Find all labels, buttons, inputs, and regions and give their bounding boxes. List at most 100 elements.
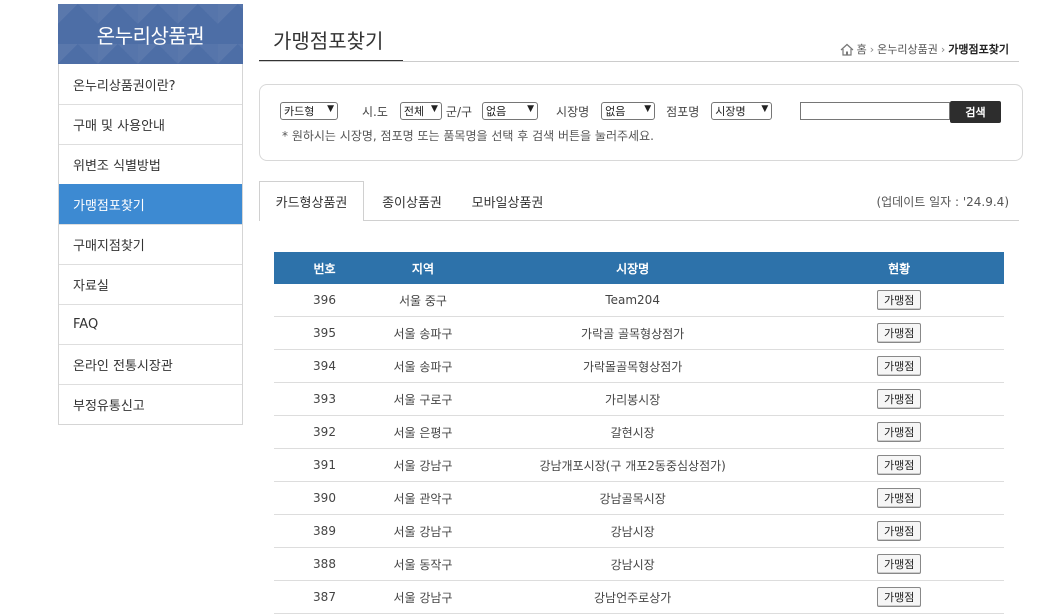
- tab-paper[interactable]: 종이상품권: [364, 181, 460, 221]
- col-header-market: 시장명: [470, 252, 795, 284]
- cell-market: 강남시장: [470, 547, 795, 581]
- table-header-row: 번호 지역 시장명 현황: [274, 252, 1004, 284]
- sido-select-value: 전체: [403, 105, 425, 118]
- cell-region: 서울 강남구: [375, 448, 471, 482]
- page-title: 가맹점포찾기: [259, 22, 403, 62]
- sidebar: 온누리상품권 온누리상품권이란? 구매 및 사용안내 위변조 식별방법 가맹점포…: [58, 4, 243, 425]
- breadcrumb-home[interactable]: 홈: [857, 41, 867, 57]
- cell-status: 가맹점: [794, 481, 1004, 515]
- cell-status: 가맹점: [794, 415, 1004, 449]
- cell-region: 서울 구로구: [375, 382, 471, 416]
- cell-status: 가맹점: [794, 547, 1004, 581]
- status-badge[interactable]: 가맹점: [877, 488, 922, 508]
- tab-divider: [364, 220, 1019, 221]
- sidebar-item-purchase-guide[interactable]: 구매 및 사용안내: [59, 104, 242, 144]
- cell-no: 388: [274, 547, 375, 581]
- cell-market: 가리봉시장: [470, 382, 795, 416]
- cell-market: 강남언주로상가: [470, 580, 795, 614]
- table-row: 389 서울 강남구 강남시장 가맹점: [274, 514, 1004, 548]
- cell-region: 서울 송파구: [375, 349, 471, 383]
- home-icon[interactable]: [840, 43, 854, 56]
- gungu-select[interactable]: 없음 ▼: [482, 102, 539, 120]
- search-row: 카드형 ▼ 시.도 전체 ▼ 군/구 없음 ▼ 시장명 없음 ▼ 점포명 시장명…: [280, 102, 773, 120]
- search-button[interactable]: 검색: [950, 101, 1001, 123]
- col-header-region: 지역: [375, 252, 471, 284]
- store-label: 점포명: [666, 104, 700, 119]
- cell-status: 가맹점: [794, 316, 1004, 350]
- cell-region: 서울 관악구: [375, 481, 471, 515]
- tab-bar: 카드형상품권 종이상품권 모바일상품권: [259, 181, 555, 221]
- chevron-right-icon: ›: [869, 42, 875, 56]
- market-select-value: 없음: [605, 105, 626, 118]
- chevron-right-icon: ›: [940, 42, 946, 56]
- cell-region: 서울 은평구: [375, 415, 471, 449]
- cell-market: Team204: [470, 284, 795, 317]
- cell-market: 가락몰골목형상점가: [470, 349, 795, 383]
- cell-no: 392: [274, 415, 375, 449]
- breadcrumb: 홈 › 온누리상품권 › 가맹점포찾기: [840, 41, 1009, 57]
- status-badge[interactable]: 가맹점: [877, 290, 922, 310]
- store-select[interactable]: 시장명 ▼: [711, 102, 773, 120]
- market-label: 시장명: [556, 104, 590, 119]
- sidebar-item-store-finder[interactable]: 가맹점포찾기: [59, 184, 242, 224]
- cell-no: 390: [274, 481, 375, 515]
- table-row: 388 서울 동작구 강남시장 가맹점: [274, 547, 1004, 581]
- store-select-value: 시장명: [715, 105, 746, 118]
- status-badge[interactable]: 가맹점: [877, 389, 922, 409]
- cell-status: 가맹점: [794, 284, 1004, 317]
- cell-market: 강남시장: [470, 514, 795, 548]
- breadcrumb-section[interactable]: 온누리상품권: [877, 41, 938, 57]
- market-select[interactable]: 없음 ▼: [601, 102, 656, 120]
- status-badge[interactable]: 가맹점: [877, 455, 922, 475]
- cell-region: 서울 강남구: [375, 514, 471, 548]
- cell-no: 389: [274, 514, 375, 548]
- cell-market: 강남개포시장(구 개포2동중심상점가): [470, 448, 795, 482]
- cell-status: 가맹점: [794, 448, 1004, 482]
- cell-no: 393: [274, 382, 375, 416]
- cell-region: 서울 송파구: [375, 316, 471, 350]
- chevron-down-icon: ▼: [527, 104, 535, 114]
- search-panel: 카드형 ▼ 시.도 전체 ▼ 군/구 없음 ▼ 시장명 없음 ▼ 점포명 시장명…: [259, 84, 1023, 161]
- type-select[interactable]: 카드형 ▼: [280, 102, 338, 120]
- cell-no: 395: [274, 316, 375, 350]
- tab-card[interactable]: 카드형상품권: [259, 181, 364, 221]
- sidebar-header: 온누리상품권: [58, 4, 243, 64]
- table-row: 394 서울 송파구 가락몰골목형상점가 가맹점: [274, 349, 1004, 383]
- sidebar-item-online-market[interactable]: 온라인 전통시장관: [59, 344, 242, 384]
- search-input[interactable]: [800, 102, 950, 120]
- status-badge[interactable]: 가맹점: [877, 554, 922, 574]
- cell-region: 서울 강남구: [375, 580, 471, 614]
- sidebar-item-report[interactable]: 부정유통신고: [59, 384, 242, 424]
- status-badge[interactable]: 가맹점: [877, 323, 922, 343]
- col-header-status: 현황: [794, 252, 1004, 284]
- sido-select[interactable]: 전체 ▼: [399, 102, 442, 120]
- sido-label: 시.도: [362, 104, 388, 119]
- page-title-text: 가맹점포찾기: [273, 29, 384, 53]
- table-row: 387 서울 강남구 강남언주로상가 가맹점: [274, 580, 1004, 614]
- status-badge[interactable]: 가맹점: [877, 587, 922, 607]
- sidebar-item-about[interactable]: 온누리상품권이란?: [59, 64, 242, 104]
- table-row: 396 서울 중구 Team204 가맹점: [274, 284, 1004, 317]
- table-row: 393 서울 구로구 가리봉시장 가맹점: [274, 382, 1004, 416]
- sidebar-item-branch-finder[interactable]: 구매지점찾기: [59, 224, 242, 264]
- tab-mobile[interactable]: 모바일상품권: [460, 181, 555, 221]
- status-badge[interactable]: 가맹점: [877, 356, 922, 376]
- table-row: 395 서울 송파구 가락골 골목형상점가 가맹점: [274, 316, 1004, 350]
- cell-status: 가맹점: [794, 349, 1004, 383]
- cell-status: 가맹점: [794, 514, 1004, 548]
- status-badge[interactable]: 가맹점: [877, 422, 922, 442]
- gungu-label: 군/구: [445, 104, 473, 119]
- sidebar-item-counterfeit[interactable]: 위변조 식별방법: [59, 144, 242, 184]
- cell-status: 가맹점: [794, 382, 1004, 416]
- cell-market: 가락골 골목형상점가: [470, 316, 795, 350]
- sidebar-menu: 온누리상품권이란? 구매 및 사용안내 위변조 식별방법 가맹점포찾기 구매지점…: [58, 64, 243, 425]
- sidebar-item-archive[interactable]: 자료실: [59, 264, 242, 304]
- chevron-down-icon: ▼: [644, 104, 652, 114]
- sidebar-item-faq[interactable]: FAQ: [59, 304, 242, 344]
- cell-no: 387: [274, 580, 375, 614]
- chevron-down-icon: ▼: [430, 104, 438, 114]
- breadcrumb-current: 가맹점포찾기: [948, 43, 1009, 56]
- col-header-no: 번호: [274, 252, 375, 284]
- status-badge[interactable]: 가맹점: [877, 521, 922, 541]
- table-row: 392 서울 은평구 갈현시장 가맹점: [274, 415, 1004, 449]
